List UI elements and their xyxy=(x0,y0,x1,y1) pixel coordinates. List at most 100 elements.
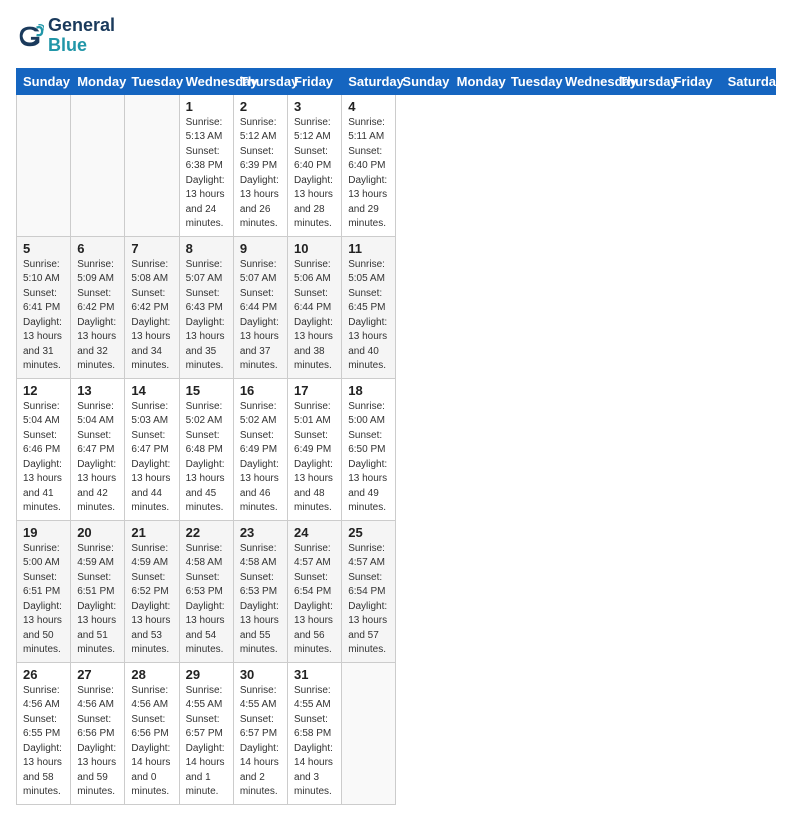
day-number: 18 xyxy=(348,383,389,398)
day-detail: Sunrise: 4:56 AM Sunset: 6:56 PM Dayligh… xyxy=(131,684,172,800)
day-header-saturday: Saturday xyxy=(721,68,775,94)
calendar-cell: 5 Sunrise: 5:10 AM Sunset: 6:41 PM Daylig… xyxy=(17,236,71,378)
day-detail: Sunrise: 5:09 AM Sunset: 6:42 PM Dayligh… xyxy=(77,258,118,374)
calendar-cell: 31 Sunrise: 4:55 AM Sunset: 6:58 PM Dayli… xyxy=(288,662,342,804)
day-number: 28 xyxy=(131,667,172,682)
day-header-thursday: Thursday xyxy=(613,68,667,94)
day-number: 7 xyxy=(131,241,172,256)
calendar-cell: 12 Sunrise: 5:04 AM Sunset: 6:46 PM Dayli… xyxy=(17,378,71,520)
day-detail: Sunrise: 4:57 AM Sunset: 6:54 PM Dayligh… xyxy=(348,542,389,658)
day-detail: Sunrise: 4:58 AM Sunset: 6:53 PM Dayligh… xyxy=(240,542,281,658)
day-number: 20 xyxy=(77,525,118,540)
calendar-cell: 9Sunrise: 5:07 AM Sunset: 6:44 PM Daylig… xyxy=(233,236,287,378)
day-number: 27 xyxy=(77,667,118,682)
day-detail: Sunrise: 4:55 AM Sunset: 6:57 PM Dayligh… xyxy=(240,684,281,800)
calendar-cell: 24 Sunrise: 4:57 AM Sunset: 6:54 PM Dayli… xyxy=(288,520,342,662)
day-number: 19 xyxy=(23,525,64,540)
day-number: 12 xyxy=(23,383,64,398)
calendar-cell: 1 Sunrise: 5:13 AM Sunset: 6:38 PM Daylig… xyxy=(179,94,233,236)
day-header-thursday: Thursday xyxy=(233,68,287,94)
day-detail: Sunrise: 5:02 AM Sunset: 6:49 PM Dayligh… xyxy=(240,400,281,516)
day-detail: Sunrise: 5:04 AM Sunset: 6:46 PM Dayligh… xyxy=(23,400,64,516)
day-number: 5 xyxy=(23,241,64,256)
calendar-cell xyxy=(17,94,71,236)
day-header-monday: Monday xyxy=(450,68,504,94)
day-detail: Sunrise: 5:00 AM Sunset: 6:51 PM Dayligh… xyxy=(23,542,64,658)
day-detail: Sunrise: 4:59 AM Sunset: 6:51 PM Dayligh… xyxy=(77,542,118,658)
calendar-cell: 27 Sunrise: 4:56 AM Sunset: 6:56 PM Dayli… xyxy=(71,662,125,804)
day-number: 9 xyxy=(240,241,281,256)
day-header-sunday: Sunday xyxy=(396,68,450,94)
calendar-cell: 26Sunrise: 4:56 AM Sunset: 6:55 PM Dayli… xyxy=(17,662,71,804)
calendar-cell: 3 Sunrise: 5:12 AM Sunset: 6:40 PM Daylig… xyxy=(288,94,342,236)
day-detail: Sunrise: 5:05 AM Sunset: 6:45 PM Dayligh… xyxy=(348,258,389,374)
calendar-cell xyxy=(125,94,179,236)
day-detail: Sunrise: 5:07 AM Sunset: 6:43 PM Dayligh… xyxy=(186,258,227,374)
day-number: 25 xyxy=(348,525,389,540)
calendar-cell: 6Sunrise: 5:09 AM Sunset: 6:42 PM Daylig… xyxy=(71,236,125,378)
day-number: 2 xyxy=(240,99,281,114)
logo: General Blue xyxy=(16,16,115,56)
day-number: 1 xyxy=(186,99,227,114)
day-number: 15 xyxy=(186,383,227,398)
day-detail: Sunrise: 5:03 AM Sunset: 6:47 PM Dayligh… xyxy=(131,400,172,516)
calendar-cell: 19 Sunrise: 5:00 AM Sunset: 6:51 PM Dayli… xyxy=(17,520,71,662)
calendar-cell: 15Sunrise: 5:02 AM Sunset: 6:48 PM Dayli… xyxy=(179,378,233,520)
header-row: SundayMondayTuesdayWednesdayThursdayFrid… xyxy=(17,68,776,94)
calendar-cell: 10Sunrise: 5:06 AM Sunset: 6:44 PM Dayli… xyxy=(288,236,342,378)
calendar-cell: 21 Sunrise: 4:59 AM Sunset: 6:52 PM Dayli… xyxy=(125,520,179,662)
week-row-1: 1 Sunrise: 5:13 AM Sunset: 6:38 PM Daylig… xyxy=(17,94,776,236)
day-number: 21 xyxy=(131,525,172,540)
day-detail: Sunrise: 5:13 AM Sunset: 6:38 PM Dayligh… xyxy=(186,116,227,232)
day-number: 16 xyxy=(240,383,281,398)
calendar-cell: 30 Sunrise: 4:55 AM Sunset: 6:57 PM Dayli… xyxy=(233,662,287,804)
calendar-cell: 17 Sunrise: 5:01 AM Sunset: 6:49 PM Dayli… xyxy=(288,378,342,520)
day-header-saturday: Saturday xyxy=(342,68,396,94)
day-header-tuesday: Tuesday xyxy=(504,68,558,94)
day-number: 17 xyxy=(294,383,335,398)
calendar-cell: 29 Sunrise: 4:55 AM Sunset: 6:57 PM Dayli… xyxy=(179,662,233,804)
day-detail: Sunrise: 4:56 AM Sunset: 6:56 PM Dayligh… xyxy=(77,684,118,800)
day-number: 14 xyxy=(131,383,172,398)
calendar-cell: 18Sunrise: 5:00 AM Sunset: 6:50 PM Dayli… xyxy=(342,378,396,520)
page-header: General Blue xyxy=(16,16,776,56)
day-header-wednesday: Wednesday xyxy=(559,68,613,94)
calendar-cell: 14 Sunrise: 5:03 AM Sunset: 6:47 PM Dayli… xyxy=(125,378,179,520)
day-detail: Sunrise: 4:58 AM Sunset: 6:53 PM Dayligh… xyxy=(186,542,227,658)
day-detail: Sunrise: 5:12 AM Sunset: 6:40 PM Dayligh… xyxy=(294,116,335,232)
day-number: 8 xyxy=(186,241,227,256)
day-detail: Sunrise: 4:57 AM Sunset: 6:54 PM Dayligh… xyxy=(294,542,335,658)
day-number: 3 xyxy=(294,99,335,114)
calendar-cell: 7Sunrise: 5:08 AM Sunset: 6:42 PM Daylig… xyxy=(125,236,179,378)
logo-text: General Blue xyxy=(48,16,115,56)
calendar-cell xyxy=(342,662,396,804)
day-header-friday: Friday xyxy=(288,68,342,94)
week-row-5: 26Sunrise: 4:56 AM Sunset: 6:55 PM Dayli… xyxy=(17,662,776,804)
day-number: 30 xyxy=(240,667,281,682)
calendar-cell: 2 Sunrise: 5:12 AM Sunset: 6:39 PM Daylig… xyxy=(233,94,287,236)
day-number: 4 xyxy=(348,99,389,114)
day-number: 24 xyxy=(294,525,335,540)
day-detail: Sunrise: 4:59 AM Sunset: 6:52 PM Dayligh… xyxy=(131,542,172,658)
day-detail: Sunrise: 5:01 AM Sunset: 6:49 PM Dayligh… xyxy=(294,400,335,516)
calendar-cell: 28 Sunrise: 4:56 AM Sunset: 6:56 PM Dayli… xyxy=(125,662,179,804)
day-detail: Sunrise: 5:04 AM Sunset: 6:47 PM Dayligh… xyxy=(77,400,118,516)
day-number: 26 xyxy=(23,667,64,682)
day-number: 29 xyxy=(186,667,227,682)
calendar-cell: 11 Sunrise: 5:05 AM Sunset: 6:45 PM Dayli… xyxy=(342,236,396,378)
day-number: 11 xyxy=(348,241,389,256)
day-detail: Sunrise: 4:55 AM Sunset: 6:57 PM Dayligh… xyxy=(186,684,227,800)
calendar-cell: 25 Sunrise: 4:57 AM Sunset: 6:54 PM Dayli… xyxy=(342,520,396,662)
day-detail: Sunrise: 5:10 AM Sunset: 6:41 PM Dayligh… xyxy=(23,258,64,374)
calendar-cell: 23 Sunrise: 4:58 AM Sunset: 6:53 PM Dayli… xyxy=(233,520,287,662)
day-detail: Sunrise: 5:12 AM Sunset: 6:39 PM Dayligh… xyxy=(240,116,281,232)
week-row-3: 12 Sunrise: 5:04 AM Sunset: 6:46 PM Dayli… xyxy=(17,378,776,520)
day-detail: Sunrise: 5:11 AM Sunset: 6:40 PM Dayligh… xyxy=(348,116,389,232)
calendar-cell: 4 Sunrise: 5:11 AM Sunset: 6:40 PM Daylig… xyxy=(342,94,396,236)
day-number: 23 xyxy=(240,525,281,540)
day-detail: Sunrise: 5:06 AM Sunset: 6:44 PM Dayligh… xyxy=(294,258,335,374)
day-detail: Sunrise: 4:55 AM Sunset: 6:58 PM Dayligh… xyxy=(294,684,335,800)
week-row-4: 19 Sunrise: 5:00 AM Sunset: 6:51 PM Dayli… xyxy=(17,520,776,662)
calendar-cell: 22Sunrise: 4:58 AM Sunset: 6:53 PM Dayli… xyxy=(179,520,233,662)
day-number: 31 xyxy=(294,667,335,682)
